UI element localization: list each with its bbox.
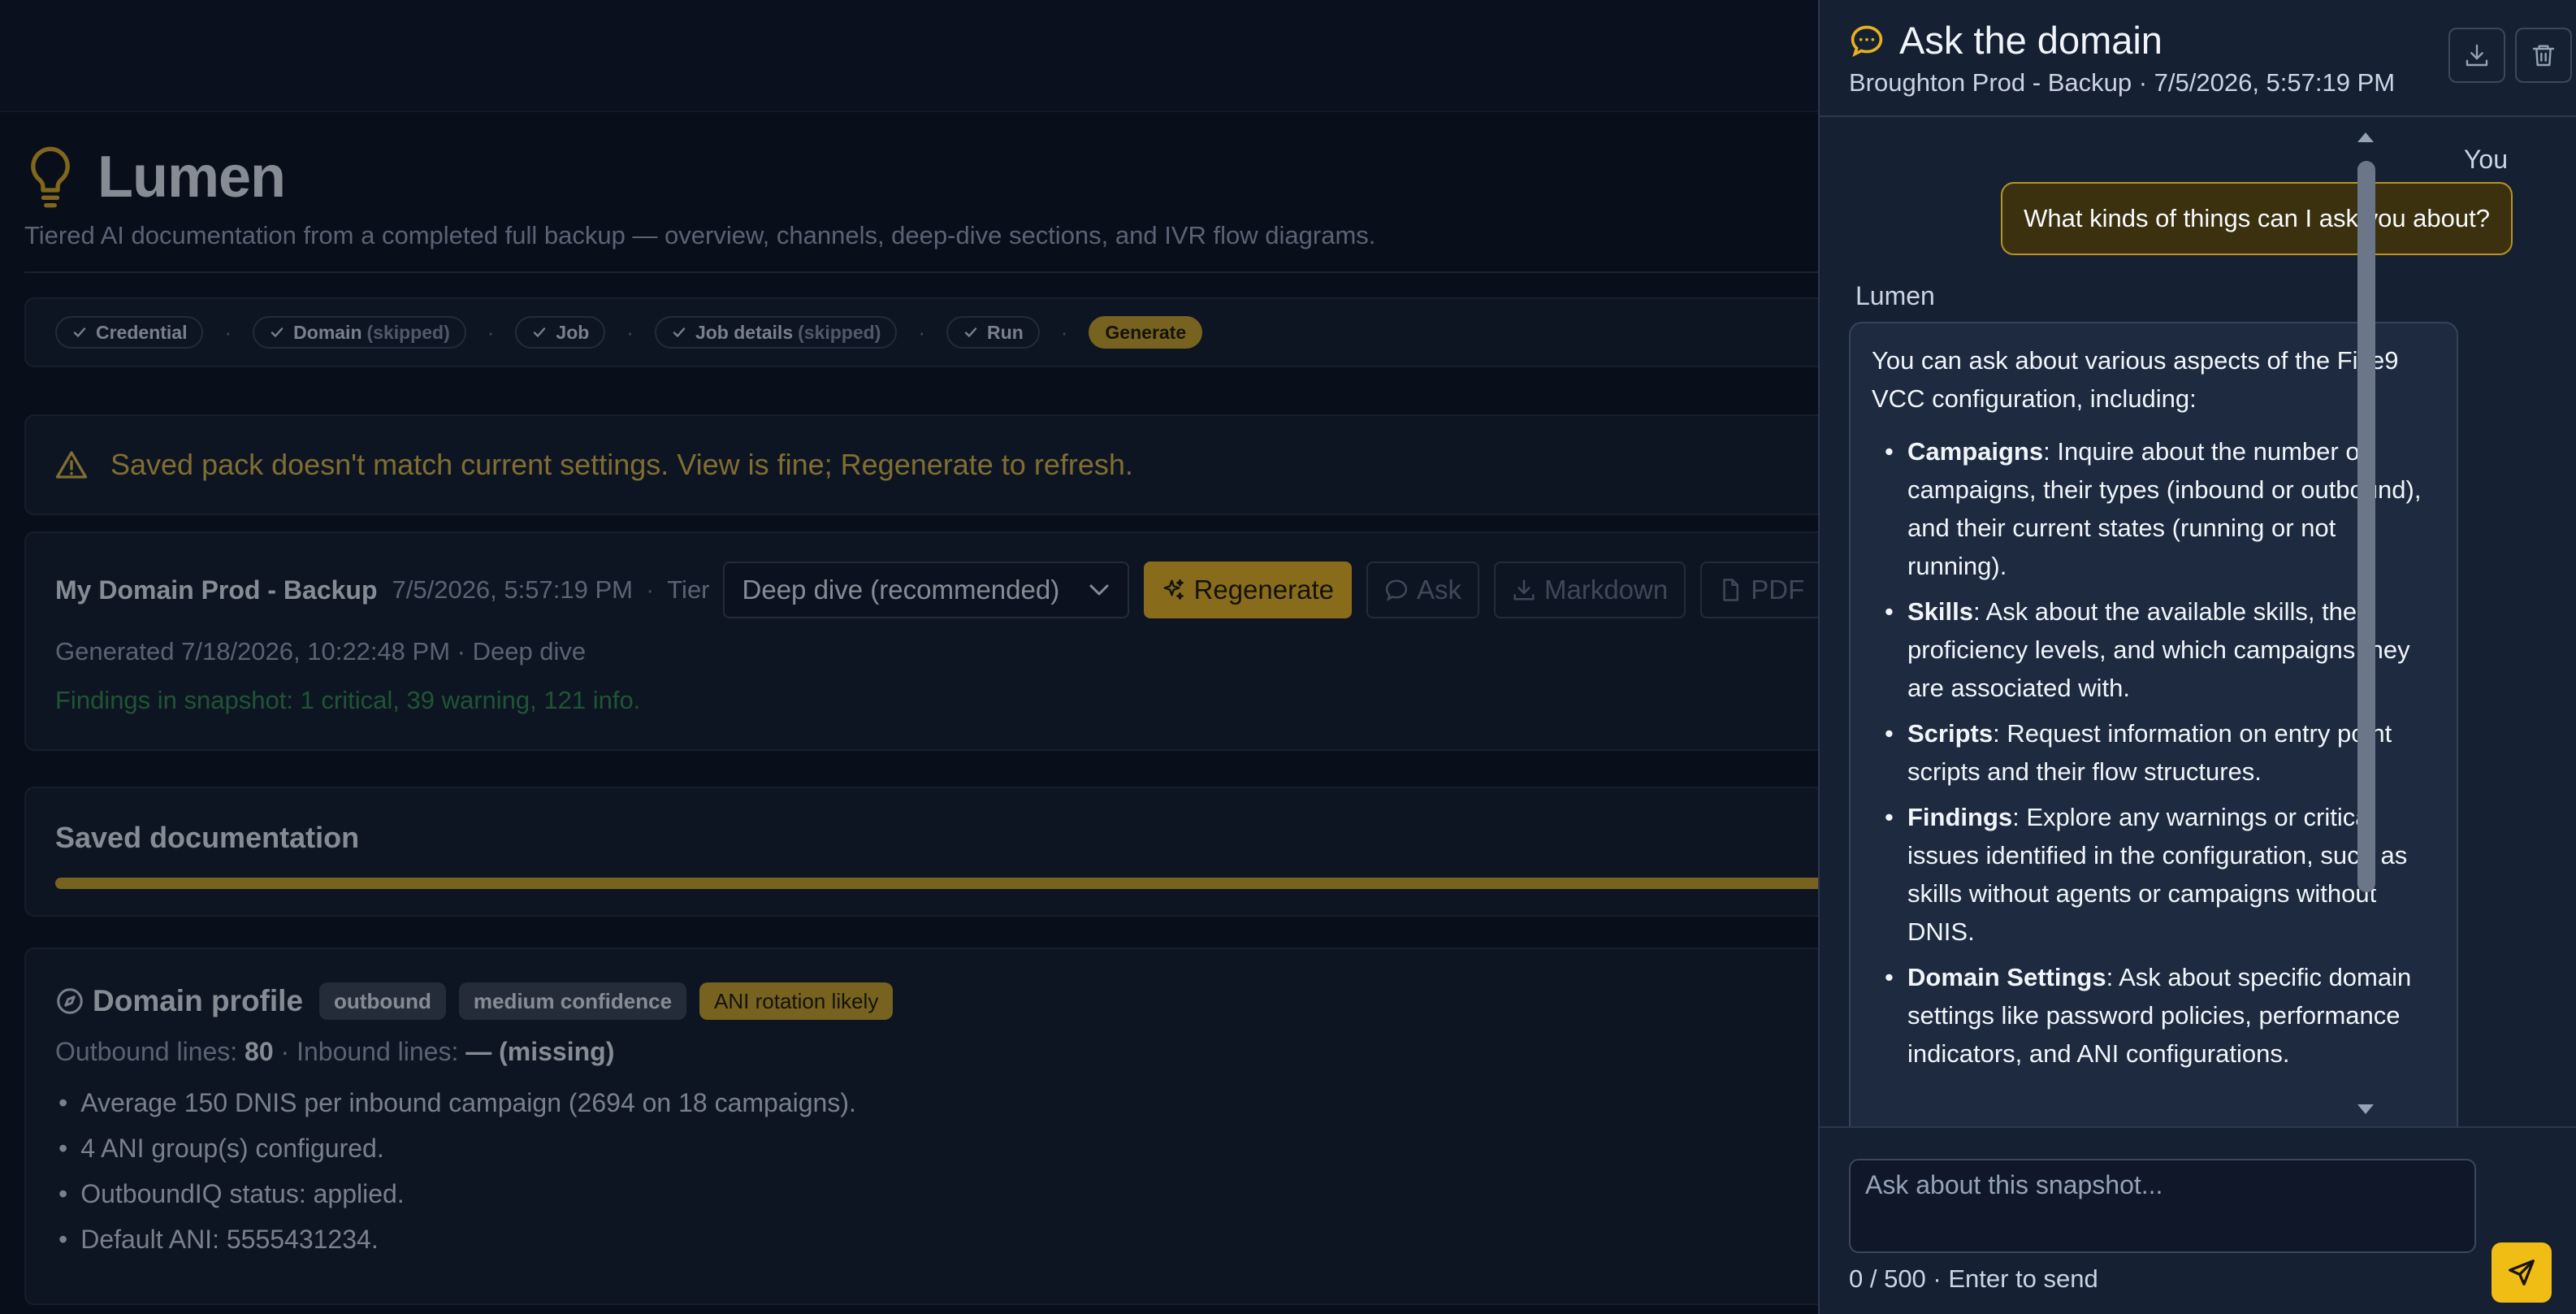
send-button[interactable]	[2492, 1242, 2552, 1303]
list-item-term: Findings	[1907, 803, 2013, 831]
chat-input[interactable]: Ask about this snapshot...	[1849, 1159, 2476, 1253]
list-item-term: Skills	[1907, 597, 1973, 626]
scrollbar[interactable]	[2343, 119, 2388, 1126]
list-item-term: Domain Settings	[1907, 963, 2106, 991]
user-message: What kinds of things can I ask you about…	[2001, 182, 2513, 255]
trash-icon	[2532, 45, 2555, 67]
char-counter: 0 / 500 · Enter to send	[1849, 1264, 2098, 1293]
chat-title-row: Ask the domain	[1849, 18, 2163, 63]
chat-panel: Ask the domain Broughton Prod - Backup ·…	[1818, 0, 2576, 1314]
chat-composer: Ask about this snapshot... 0 / 500 · Ent…	[1820, 1126, 2576, 1314]
scrollbar-thumb[interactable]	[2357, 161, 2375, 892]
chat-bubble-icon	[1851, 25, 1883, 57]
scroll-down-icon[interactable]	[2343, 1097, 2388, 1121]
modal-backdrop[interactable]	[0, 0, 1818, 1314]
assistant-label: Lumen	[1855, 281, 1935, 310]
download-chat-button[interactable]	[2448, 28, 2505, 83]
scroll-up-icon[interactable]	[2343, 125, 2388, 150]
chat-messages: You What kinds of things can I ask you a…	[1820, 119, 2576, 1126]
list-item-term: Campaigns	[1907, 437, 2044, 466]
chat-subtitle: Broughton Prod - Backup · 7/5/2026, 5:57…	[1849, 68, 2396, 97]
list-item-term: Scripts	[1907, 719, 1994, 748]
chat-title: Ask the domain	[1899, 19, 2163, 62]
list-item-text: : Ask about the available skills, their …	[1907, 597, 2410, 702]
download-icon	[2466, 44, 2488, 67]
clear-chat-button[interactable]	[2515, 28, 2572, 83]
main-view: Lumen Tiered AI documentation from a com…	[0, 0, 1818, 1314]
user-label: You	[2464, 145, 2508, 174]
send-icon	[2509, 1260, 2535, 1286]
chat-header: Ask the domain Broughton Prod - Backup ·…	[1820, 0, 2576, 117]
